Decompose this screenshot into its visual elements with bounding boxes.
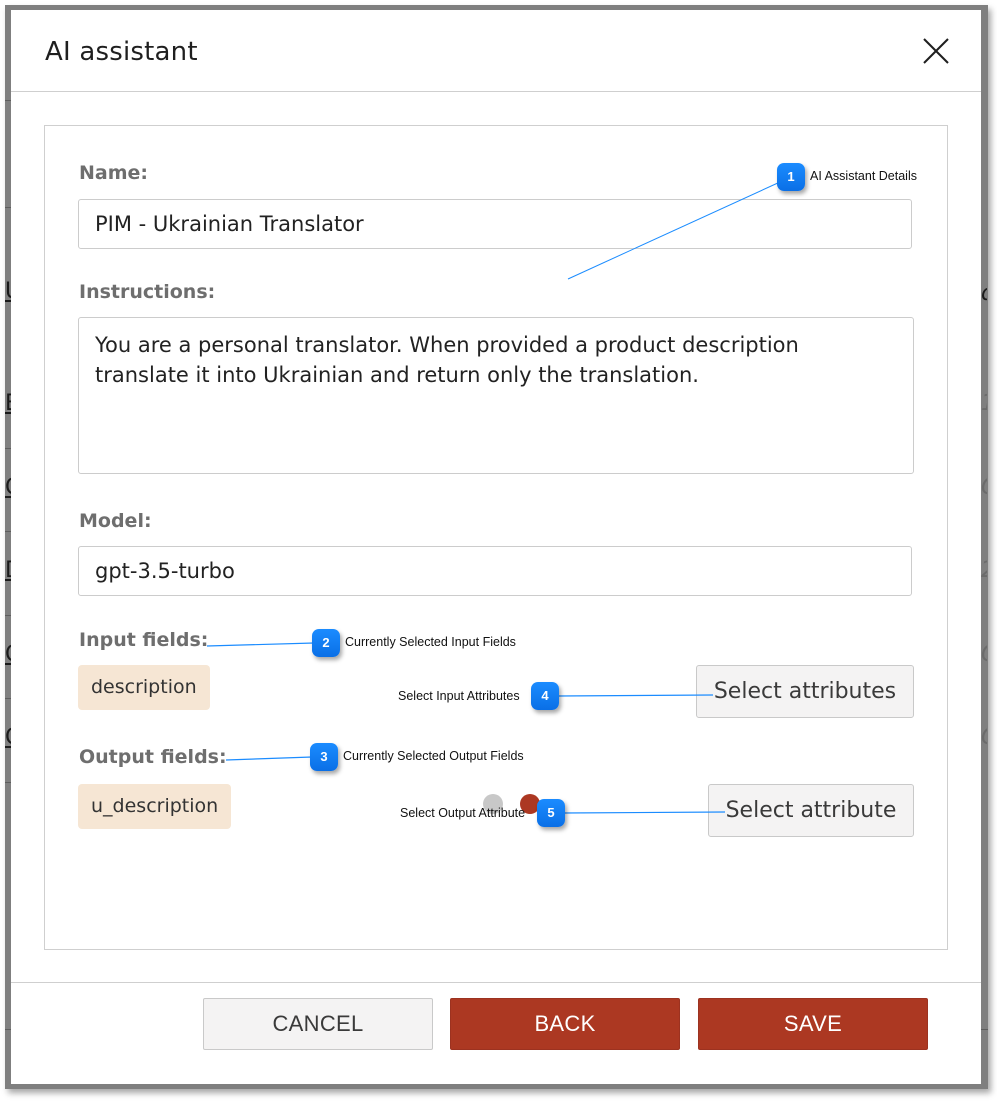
callout-text-1: AI Assistant Details: [810, 169, 917, 183]
dialog-title: AI assistant: [45, 37, 198, 67]
select-output-attribute-button[interactable]: Select attribute: [708, 784, 914, 837]
model-label: Model:: [79, 510, 152, 532]
output-field-chip: u_description: [78, 784, 232, 829]
callout-badge-1: 1: [777, 163, 805, 191]
callout-badge-2: 2: [312, 629, 340, 657]
background-text: 2: [981, 558, 987, 583]
background-text: C: [981, 642, 987, 667]
background-text: C: [981, 725, 987, 750]
close-button[interactable]: [921, 36, 951, 66]
background-divider: [981, 1029, 988, 1030]
name-input[interactable]: PIM - Ukrainian Translator: [78, 199, 912, 249]
background-text: C: [981, 475, 987, 500]
save-button[interactable]: SAVE: [698, 998, 928, 1050]
footer-divider: [11, 982, 981, 983]
callout-text-5: Select Output Attribute: [400, 806, 526, 820]
assistant-form-card: Name: PIM - Ukrainian Translator Instruc…: [44, 125, 948, 950]
instructions-label: Instructions:: [79, 281, 216, 303]
background-text: 1: [981, 391, 987, 416]
callout-badge-5: 5: [537, 799, 565, 827]
callout-text-3: Currently Selected Output Fields: [343, 749, 524, 763]
close-x-icon: [923, 38, 949, 64]
cancel-button[interactable]: CANCEL: [203, 998, 433, 1050]
callout-badge-4: 4: [531, 682, 559, 710]
input-field-chip: description: [78, 665, 210, 710]
select-input-attributes-button[interactable]: Select attributes: [696, 665, 914, 718]
background-text: d: [981, 281, 987, 306]
callout-text-4: Select Input Attributes: [398, 689, 520, 703]
back-button[interactable]: BACK: [450, 998, 680, 1050]
input-fields-label: Input fields:: [79, 629, 209, 651]
name-label: Name:: [79, 162, 149, 184]
instructions-textarea[interactable]: You are a personal translator. When prov…: [78, 317, 914, 474]
callout-text-2: Currently Selected Input Fields: [345, 635, 516, 649]
dialog-header: AI assistant: [11, 10, 981, 92]
model-input[interactable]: gpt-3.5-turbo: [78, 546, 912, 596]
output-fields-label: Output fields:: [79, 746, 227, 768]
callout-badge-3: 3: [310, 743, 338, 771]
